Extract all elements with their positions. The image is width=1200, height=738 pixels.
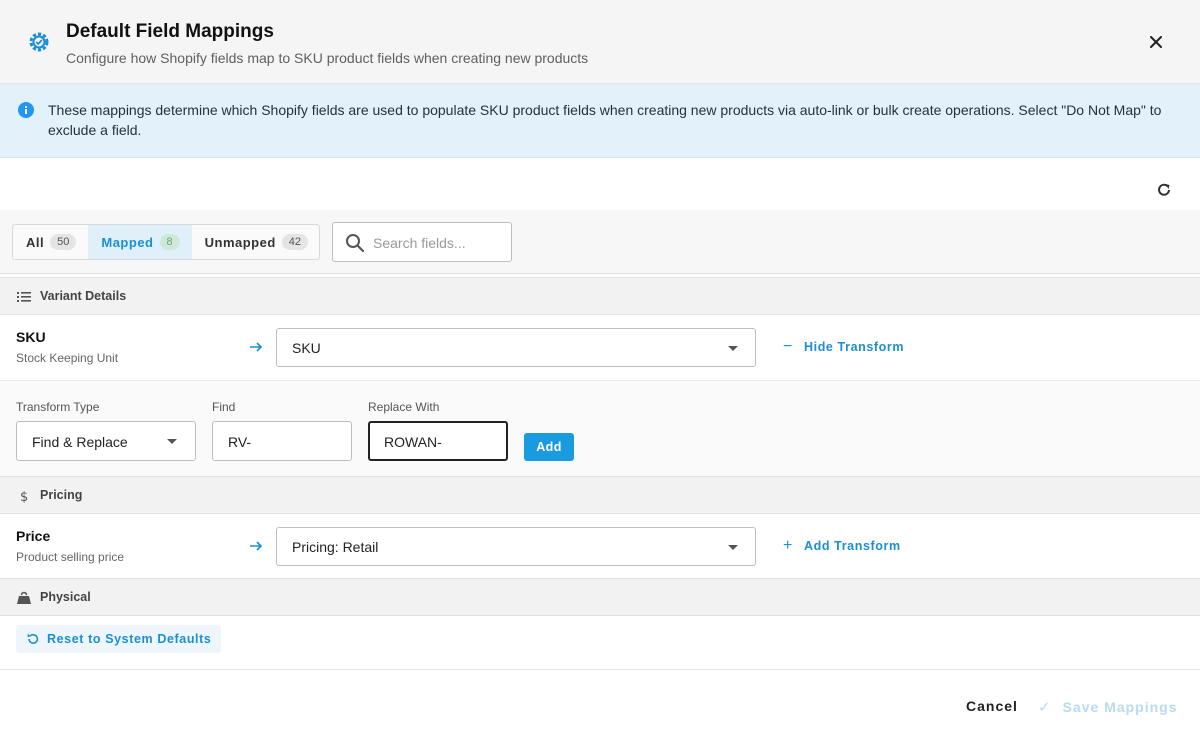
filter-tab-unmapped[interactable]: Unmapped 42 bbox=[192, 225, 319, 259]
section-label: Variant Details bbox=[40, 289, 127, 303]
svg-text:$: $ bbox=[20, 490, 28, 504]
find-input[interactable]: RV- bbox=[212, 421, 352, 461]
arrow-right-icon bbox=[250, 342, 263, 352]
field-description: Stock Keeping Unit bbox=[16, 351, 119, 365]
count-badge: 42 bbox=[281, 234, 309, 250]
filter-tab-all[interactable]: All 50 bbox=[13, 225, 88, 259]
gear-cog-icon bbox=[29, 32, 49, 52]
input-value: ROWAN- bbox=[384, 434, 442, 450]
dollar-icon: $ bbox=[20, 490, 28, 504]
search-box bbox=[332, 222, 512, 262]
transform-panel: Transform Type Find & Replace Find RV- R… bbox=[0, 380, 1200, 477]
chevron-down-icon bbox=[167, 439, 177, 444]
field-description: Product selling price bbox=[16, 550, 125, 564]
select-value: Find & Replace bbox=[32, 434, 128, 450]
mapping-row-price: Price Product selling price Pricing: Ret… bbox=[0, 514, 1200, 578]
section-header-variant-details: Variant Details bbox=[0, 277, 1200, 315]
dialog-header: Default Field Mappings Configure how Sho… bbox=[0, 0, 1200, 84]
check-icon: ✓ bbox=[1038, 699, 1052, 716]
filter-tab-label: Mapped bbox=[101, 234, 154, 250]
add-transform-button[interactable]: Add bbox=[524, 433, 574, 461]
filter-tab-label: Unmapped bbox=[204, 234, 276, 250]
filter-segmented-control: All 50 Mapped 8 Unmapped 42 bbox=[12, 224, 320, 260]
filter-bar: All 50 Mapped 8 Unmapped 42 bbox=[0, 210, 1200, 274]
search-icon bbox=[346, 234, 365, 253]
add-transform-link[interactable]: + Add Transform bbox=[783, 537, 901, 554]
dialog-title: Default Field Mappings bbox=[66, 21, 274, 42]
replace-with-input[interactable]: ROWAN- bbox=[368, 421, 508, 461]
section-label: Pricing bbox=[40, 488, 83, 502]
info-banner: These mappings determine which Shopify f… bbox=[0, 84, 1200, 158]
transform-type-select[interactable]: Find & Replace bbox=[16, 421, 196, 461]
price-field-select[interactable]: Pricing: Retail bbox=[276, 527, 756, 566]
replace-with-label: Replace With bbox=[368, 400, 440, 414]
transform-link-label: Add Transform bbox=[804, 539, 901, 553]
reset-icon bbox=[27, 633, 39, 644]
chevron-down-icon bbox=[728, 346, 738, 351]
save-mappings-button[interactable]: ✓ Save Mappings bbox=[1038, 698, 1178, 716]
refresh-icon[interactable] bbox=[1155, 181, 1173, 199]
field-name: Price bbox=[16, 528, 51, 544]
close-icon[interactable] bbox=[1146, 32, 1166, 52]
save-label: Save Mappings bbox=[1062, 699, 1178, 715]
chevron-down-icon bbox=[728, 545, 738, 550]
plus-icon: + bbox=[783, 537, 793, 554]
list-icon bbox=[17, 292, 31, 302]
info-icon bbox=[18, 102, 34, 118]
filter-tab-mapped[interactable]: Mapped 8 bbox=[88, 225, 192, 259]
section-header-pricing: $ Pricing bbox=[0, 476, 1200, 514]
transform-type-label: Transform Type bbox=[16, 400, 100, 414]
select-value: SKU bbox=[292, 340, 321, 356]
dialog-footer: Cancel ✓ Save Mappings bbox=[0, 669, 1200, 738]
weight-icon bbox=[17, 591, 31, 604]
field-name: SKU bbox=[16, 329, 46, 345]
section-header-physical: Physical bbox=[0, 578, 1200, 616]
minus-icon: − bbox=[783, 338, 793, 355]
transform-link-label: Hide Transform bbox=[804, 340, 905, 354]
search-input[interactable] bbox=[373, 232, 505, 254]
mapping-row-sku: SKU Stock Keeping Unit SKU − Hide Transf… bbox=[0, 315, 1200, 379]
reset-to-defaults-button[interactable]: Reset to System Defaults bbox=[16, 625, 221, 653]
find-label: Find bbox=[212, 400, 236, 414]
dialog-subtitle: Configure how Shopify fields map to SKU … bbox=[66, 50, 589, 66]
info-text: These mappings determine which Shopify f… bbox=[48, 102, 1162, 138]
reset-label: Reset to System Defaults bbox=[47, 632, 212, 646]
input-value: RV- bbox=[228, 434, 252, 450]
filter-tab-label: All bbox=[26, 234, 45, 250]
count-badge: 8 bbox=[159, 234, 180, 250]
select-value: Pricing: Retail bbox=[292, 539, 379, 555]
cancel-button[interactable]: Cancel bbox=[966, 698, 1018, 714]
section-label: Physical bbox=[40, 590, 91, 604]
sku-field-select[interactable]: SKU bbox=[276, 328, 756, 367]
count-badge: 50 bbox=[50, 234, 77, 250]
arrow-right-icon bbox=[250, 541, 263, 551]
hide-transform-button[interactable]: − Hide Transform bbox=[783, 338, 905, 355]
